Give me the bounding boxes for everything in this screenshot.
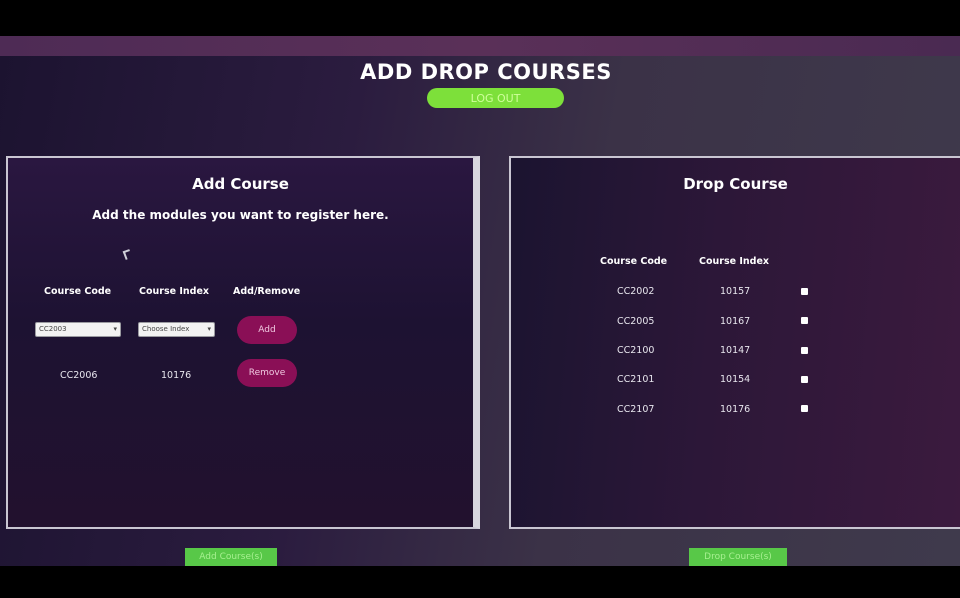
- letterbox-bottom: [0, 566, 960, 598]
- drop-row-code: CC2005: [617, 316, 655, 327]
- letterbox-top: [0, 0, 960, 36]
- header-course-code: Course Code: [44, 286, 112, 297]
- drop-course-title: Drop Course: [683, 175, 788, 193]
- drop-checkbox[interactable]: [801, 347, 808, 354]
- header-course-code: Course Code: [600, 256, 668, 267]
- drop-checkbox[interactable]: [801, 376, 808, 383]
- header-stripe: [0, 36, 960, 56]
- drop-row-index: 10176: [720, 404, 751, 415]
- page: ADD DROP COURSES LOG OUT Add Course Add …: [0, 36, 960, 566]
- drop-row-index: 10154: [720, 374, 751, 385]
- drop-courses-button[interactable]: Drop Course(s): [689, 548, 787, 566]
- drop-row-code: CC2107: [617, 404, 655, 415]
- add-course-panel: Add Course Add the modules you want to r…: [6, 156, 480, 529]
- drop-row-code: CC2101: [617, 374, 655, 385]
- course-index-select[interactable]: Choose Index ▾: [138, 322, 215, 337]
- drop-row-index: 10157: [720, 286, 751, 297]
- added-course-index: 10176: [161, 370, 192, 381]
- drop-checkbox[interactable]: [801, 405, 808, 412]
- course-code-select-value: CC2003: [39, 325, 67, 333]
- add-button[interactable]: Add: [237, 316, 297, 344]
- chevron-down-icon: ▾: [113, 325, 117, 333]
- drop-checkbox[interactable]: [801, 317, 808, 324]
- page-title: ADD DROP COURSES: [360, 60, 612, 84]
- header-course-index: Course Index: [699, 256, 770, 267]
- remove-button[interactable]: Remove: [237, 359, 297, 387]
- course-index-select-value: Choose Index: [142, 325, 190, 333]
- mouse-cursor-icon: [122, 249, 133, 260]
- drop-row-index: 10147: [720, 345, 751, 356]
- drop-row-index: 10167: [720, 316, 751, 327]
- header-add-remove: Add/Remove: [233, 286, 301, 297]
- course-code-select[interactable]: CC2003 ▾: [35, 322, 121, 337]
- header-course-index: Course Index: [139, 286, 210, 297]
- drop-checkbox[interactable]: [801, 288, 808, 295]
- add-courses-button[interactable]: Add Course(s): [185, 548, 277, 566]
- drop-course-panel: Drop Course Course Code Course Index CC2…: [509, 156, 960, 529]
- add-course-title: Add Course: [192, 175, 289, 193]
- drop-row-code: CC2002: [617, 286, 655, 297]
- added-course-code: CC2006: [60, 370, 98, 381]
- add-course-subtitle: Add the modules you want to register her…: [92, 208, 389, 222]
- drop-row-code: CC2100: [617, 345, 655, 356]
- logout-button[interactable]: LOG OUT: [427, 88, 564, 108]
- chevron-down-icon: ▾: [207, 325, 211, 333]
